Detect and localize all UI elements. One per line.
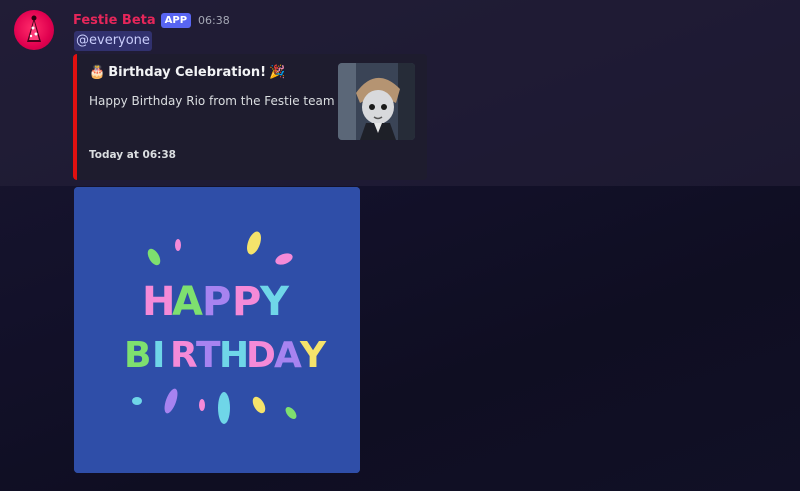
svg-text:H: H	[219, 335, 249, 376]
message-header: Festie Beta APP 06:38	[73, 11, 230, 29]
embed-title-text: Birthday Celebration!	[108, 65, 267, 80]
svg-text:A: A	[274, 335, 302, 376]
app-badge: APP	[160, 12, 192, 28]
svg-text:P: P	[232, 279, 261, 325]
avatar[interactable]	[14, 10, 54, 50]
svg-text:B: B	[124, 335, 151, 376]
everyone-mention[interactable]: @everyone	[74, 31, 152, 51]
cake-icon: 🎂	[89, 65, 106, 80]
svg-text:Y: Y	[299, 335, 327, 376]
svg-text:D: D	[246, 335, 276, 376]
party-icon	[27, 15, 41, 42]
embed-description: Happy Birthday Rio from the Festie team	[89, 94, 335, 108]
party-popper-icon: 🎉	[269, 65, 286, 80]
svg-text:P: P	[202, 279, 231, 325]
embed-footer: Today at 06:38	[89, 149, 176, 161]
svg-text:H: H	[142, 279, 175, 325]
svg-text:R: R	[170, 335, 198, 376]
image-attachment[interactable]: H A P P Y B I R T H D A Y	[74, 187, 360, 473]
happy-birthday-image: H A P P Y B I R T H D A Y	[74, 187, 360, 473]
embed: 🎂 Birthday Celebration! 🎉 Happy Birthday…	[73, 54, 427, 180]
author-name[interactable]: Festie Beta	[73, 13, 156, 28]
svg-text:Y: Y	[259, 279, 290, 325]
character-thumbnail-icon	[338, 63, 415, 140]
svg-text:I: I	[152, 335, 165, 376]
happy-text: H A P P Y	[142, 279, 290, 325]
embed-title: 🎂 Birthday Celebration! 🎉	[89, 65, 285, 80]
birthday-text: B I R T H D A Y	[124, 335, 327, 376]
embed-thumbnail[interactable]	[338, 63, 415, 140]
svg-text:T: T	[196, 335, 221, 376]
svg-text:A: A	[172, 279, 203, 325]
message-timestamp[interactable]: 06:38	[198, 14, 230, 27]
